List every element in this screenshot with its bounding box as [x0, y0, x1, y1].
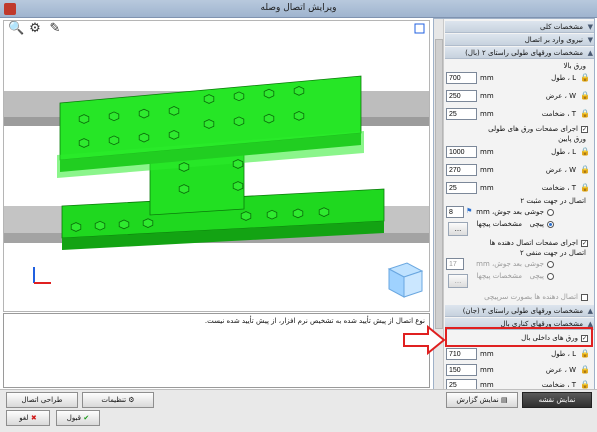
bolt-head [178, 162, 190, 172]
mid-width-input[interactable] [446, 364, 477, 376]
window-title: ویرایش اتصال وصله [260, 3, 337, 13]
design-button[interactable]: طراحی اتصال [6, 392, 78, 408]
top-length-input[interactable] [446, 72, 477, 84]
long-plate-checkbox[interactable]: ✓ [581, 126, 588, 133]
bolt-head [178, 184, 190, 194]
section-web-plates[interactable]: مشخصات ورقهای طولی راستای ۳ (جان) ▲ [445, 305, 594, 317]
bolt-head [232, 181, 244, 191]
ok-button[interactable]: ✔ قبول [56, 410, 100, 426]
settings-button[interactable]: ⚙ تنظیمات [82, 392, 154, 408]
weld-length-input[interactable] [446, 206, 464, 218]
bolt-head [70, 222, 82, 232]
top-plate-label: ورق بالا [563, 62, 587, 70]
weld-length-input-2[interactable] [446, 258, 464, 270]
width-label: W ، عرض [545, 92, 576, 100]
side-plates-checkbox[interactable]: ✓ [581, 240, 588, 247]
title-bar: ویرایش اتصال وصله [0, 0, 597, 18]
chevron-up-icon: ▲ [587, 49, 593, 57]
bolt-specs-button[interactable]: ... [448, 222, 468, 236]
check-icon: ✔ [80, 414, 90, 422]
lock-icon[interactable]: 🔒 [580, 365, 590, 374]
cancel-button[interactable]: ✖ لغو [6, 410, 50, 426]
long-plate-label: اجرای صفحات ورق های طولی [488, 125, 578, 133]
weld-length-label: بعد جوش، mm [476, 208, 522, 216]
report-button[interactable]: ▤ نمایش گزارش [446, 392, 518, 408]
lock-icon[interactable]: 🔒 [580, 183, 590, 192]
top-thickness-input[interactable] [446, 108, 477, 120]
top-width-input[interactable] [446, 90, 477, 102]
bolt-head [118, 219, 130, 230]
bolt-head [203, 94, 215, 104]
section-forces[interactable]: نیروی وارد بر اتصال ▼ [445, 34, 594, 46]
report-icon: ▤ [498, 396, 508, 404]
section-flange-plates[interactable]: مشخصات ورقهای طولی راستای ۲ (بال) ▲ [445, 47, 594, 59]
bolt-head [318, 207, 330, 217]
chevron-up-icon: ▲ [587, 307, 593, 315]
bolt-head [266, 209, 278, 220]
bolt-head [138, 108, 150, 119]
bolt-head [108, 111, 120, 122]
length-label: L ، طول [551, 74, 576, 82]
chevron-icon: ▼ [587, 36, 593, 44]
bolt-head [142, 218, 154, 228]
bolt-head [78, 138, 90, 148]
bolt-head [78, 114, 90, 124]
bolted-radio-2[interactable] [547, 273, 554, 280]
flag-icon: ⚑ [466, 207, 473, 215]
bolt-head [293, 111, 305, 121]
weld-radio[interactable] [547, 209, 554, 216]
bolt-head [263, 113, 275, 124]
connection-3d-model [4, 23, 429, 298]
map-button[interactable]: نمایش نقشه [522, 392, 592, 408]
3d-viewer[interactable] [3, 20, 430, 312]
bolt-head [263, 88, 275, 99]
weld-radio-2[interactable] [547, 261, 554, 268]
bottom-plate-label: ورق پایین [558, 135, 586, 143]
view-cube[interactable] [387, 262, 424, 298]
bolt-head [94, 220, 106, 231]
highlight-box [445, 327, 593, 347]
lock-icon[interactable]: 🔒 [580, 380, 590, 389]
tool-icon[interactable]: ✎ [48, 22, 62, 36]
close-icon: ✖ [28, 414, 37, 422]
stiffener-checkbox[interactable] [581, 294, 588, 301]
bolt-head [203, 119, 215, 129]
bolt-head [233, 116, 245, 127]
bottom-length-input[interactable] [446, 146, 477, 158]
lock-icon[interactable]: 🔒 [580, 91, 590, 100]
bolt-head [240, 211, 252, 221]
bolt-head [168, 130, 180, 140]
bolt-head [233, 91, 245, 102]
bottom-thickness-input[interactable] [446, 182, 477, 194]
thickness-label: T ، ضخامت [541, 110, 576, 118]
lock-icon[interactable]: 🔒 [580, 349, 590, 358]
lock-icon[interactable]: 🔒 [580, 73, 590, 82]
bolt-head [292, 208, 304, 219]
bolt-specs-label: مشخصات پیچها [476, 220, 522, 228]
mid-length-input[interactable] [446, 348, 477, 360]
message-box: نوع اتصال از پیش تأیید شده به تشخیص نرم … [3, 313, 430, 388]
lock-icon[interactable]: 🔒 [580, 147, 590, 156]
bolt-head [108, 135, 120, 146]
bolt-head [232, 159, 244, 169]
bolt-specs-button-2[interactable]: ... [448, 274, 468, 288]
zoom-icon[interactable]: 🔍 [8, 22, 24, 36]
conn-dir2-label: اتصال در جهت مثبت ۲ [520, 197, 586, 205]
lock-icon[interactable]: 🔒 [580, 165, 590, 174]
bolt-head [138, 132, 150, 143]
viewer-corner-icon[interactable] [414, 23, 425, 34]
camera-icon[interactable]: ⚙ [28, 22, 42, 36]
bolted-radio[interactable] [547, 221, 554, 228]
bolt-head [293, 86, 305, 96]
lock-icon[interactable]: 🔒 [580, 109, 590, 118]
chevron-icon: ▼ [587, 23, 593, 31]
red-arrow-icon [403, 325, 446, 355]
bottom-width-input[interactable] [446, 164, 477, 176]
gear-icon: ⚙ [126, 396, 135, 404]
bottom-bar: طراحی اتصال ⚙ تنظیمات ▤ نمایش گزارش نمای… [0, 389, 597, 432]
section-general[interactable]: مشخصات کلی ▼ [445, 21, 594, 33]
bolt-head [168, 106, 180, 116]
